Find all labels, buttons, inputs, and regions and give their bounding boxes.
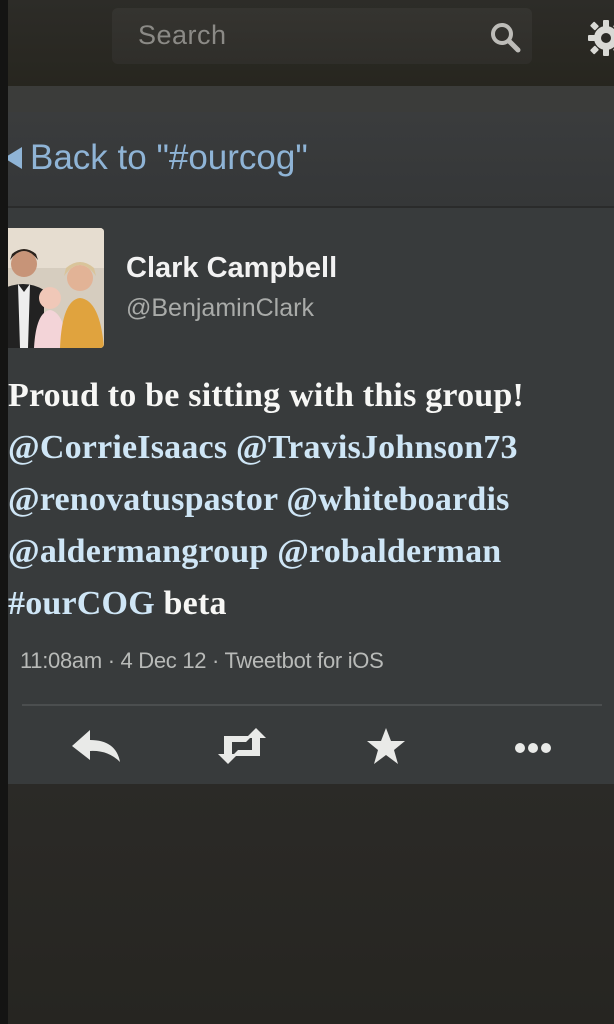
tweet-text-line: #ourCOG beta	[8, 578, 608, 630]
mention-link[interactable]: @aldermangroup	[8, 533, 269, 570]
tweet-meta: 11:08am · 4 Dec 12 · Tweetbot for iOS	[20, 648, 384, 673]
tweet-plain-text	[269, 533, 278, 570]
favorite-star-icon	[367, 728, 405, 764]
reply-button[interactable]	[66, 724, 126, 768]
tweet-text: Proud to be sitting with this group! @Cor…	[8, 370, 608, 630]
tweet-text-line: @CorrieIsaacs @TravisJohnson73	[8, 422, 608, 474]
empty-area	[0, 784, 614, 1024]
tweet-text-line: @aldermangroup @robalderman	[8, 526, 608, 578]
reply-icon	[72, 730, 120, 762]
tweet-detail: Clark Campbell @BenjaminClark Proud to b…	[0, 208, 614, 784]
divider	[22, 704, 602, 706]
tweet-plain-text: beta	[154, 585, 227, 622]
tweet-actions	[0, 718, 614, 782]
tweet-plain-text	[227, 429, 236, 466]
search-placeholder: Search	[138, 20, 227, 50]
search-input[interactable]: Search	[112, 8, 532, 64]
screen-bezel	[0, 0, 8, 1024]
top-bar: Search	[0, 0, 614, 86]
tweet-plain-text: Proud to be sitting with this group!	[8, 377, 525, 414]
more-button[interactable]	[502, 724, 562, 768]
back-label: Back to "#ourcog"	[30, 138, 308, 177]
search-icon[interactable]	[488, 20, 522, 54]
favorite-button[interactable]	[356, 724, 416, 768]
avatar-photo	[0, 228, 104, 348]
back-button[interactable]: Back to "#ourcog"	[4, 138, 308, 178]
display-name[interactable]: Clark Campbell	[126, 252, 337, 285]
retweet-button[interactable]	[212, 724, 272, 768]
navigation-bar: Back to "#ourcog"	[0, 112, 614, 208]
avatar[interactable]	[0, 228, 104, 348]
gear-icon[interactable]	[586, 18, 614, 58]
mention-link[interactable]: @robalderman	[277, 533, 501, 570]
hashtag-link[interactable]: #ourCOG	[8, 585, 155, 622]
tweet-text-line: Proud to be sitting with this group!	[8, 370, 608, 422]
tweet-text-line: @renovatuspastor @whiteboardis	[8, 474, 608, 526]
mention-link[interactable]: @CorrieIsaacs	[8, 429, 227, 466]
mention-link[interactable]: @whiteboardis	[286, 481, 509, 518]
mention-link[interactable]: @TravisJohnson73	[236, 429, 518, 466]
divider-band	[0, 86, 614, 112]
tweetbot-screen: Search Back to "#ourcog" Clark Campbell …	[0, 0, 614, 1024]
mention-link[interactable]: @renovatuspastor	[8, 481, 278, 518]
more-icon	[515, 743, 551, 753]
retweet-icon	[218, 728, 266, 764]
user-handle[interactable]: @BenjaminClark	[126, 294, 314, 323]
